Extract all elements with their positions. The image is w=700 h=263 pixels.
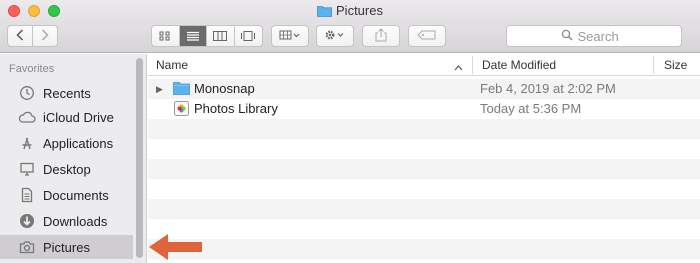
sidebar-item-documents[interactable]: Documents [0,183,133,207]
sidebar-item-label: Downloads [43,213,108,229]
forward-button[interactable] [33,26,57,46]
empty-row [148,239,700,259]
tag-icon [417,29,437,43]
file-date-modified: Today at 5:36 PM [480,101,582,116]
window-title-text: Pictures [336,3,383,18]
desktop-icon [18,160,36,178]
sidebar-item-label: Applications [43,135,114,151]
empty-row [148,139,700,159]
file-name: Photos Library [194,101,278,116]
share-button[interactable] [362,25,400,47]
clock-icon [18,84,36,102]
empty-row [148,179,700,199]
sidebar-item-recents[interactable]: Recents [0,81,133,105]
gallery-icon [240,29,256,44]
disclosure-triangle-icon[interactable]: ▶ [156,84,163,95]
sidebar-item-downloads[interactable]: Downloads [0,209,133,233]
grid-icon [159,29,171,44]
table-row[interactable]: ▶ Monosnap Feb 4, 2019 at 2:02 PM [148,79,700,99]
file-date-modified: Feb 4, 2019 at 2:02 PM [480,81,616,96]
folder-icon [173,81,190,98]
documents-icon [18,186,36,204]
sort-ascending-icon [454,60,463,74]
icon-view-button[interactable] [152,26,180,46]
sidebar-item-label: Documents [43,187,109,203]
columns-icon [213,29,228,44]
column-header-size[interactable]: Size [664,58,687,72]
search-field[interactable] [506,25,682,47]
sidebar-item-pictures[interactable]: Pictures [0,235,133,259]
column-header-name[interactable]: Name [156,58,188,72]
chevron-right-icon [41,28,49,44]
list-icon [186,29,200,44]
share-icon [375,27,387,45]
chevron-left-icon [16,28,24,44]
gear-icon [324,29,346,44]
empty-row [148,159,700,179]
file-list: Name Date Modified Size ▶ Monosnap Feb 4… [148,54,700,263]
search-icon [561,29,573,44]
navigation-buttons [7,25,58,47]
empty-row [148,119,700,139]
view-mode-control [151,25,263,47]
pointer-arrow-icon [146,232,204,263]
folder-icon [317,5,332,20]
sidebar-item-icloud-drive[interactable]: iCloud Drive [0,105,133,129]
sidebar-item-label: Recents [43,85,91,101]
column-header-date-modified[interactable]: Date Modified [482,58,556,72]
column-divider[interactable] [472,56,473,74]
file-name: Monosnap [194,81,255,96]
action-button[interactable] [316,25,354,47]
download-icon [18,212,36,230]
cloud-icon [18,108,36,126]
empty-row [148,219,700,239]
empty-row [148,199,700,219]
camera-icon [18,238,36,256]
applications-icon [18,134,36,152]
tags-button[interactable] [408,25,446,47]
column-view-button[interactable] [207,26,235,46]
search-input[interactable] [577,28,628,44]
title-bar: Pictures [0,0,700,53]
group-grid-icon [279,29,301,43]
gallery-view-button[interactable] [235,26,262,46]
sidebar-item-label: iCloud Drive [43,109,114,125]
sidebar-item-label: Pictures [43,239,90,255]
window-title: Pictures [0,3,700,20]
sidebar-item-desktop[interactable]: Desktop [0,157,133,181]
photos-library-icon [174,101,189,119]
group-by-button[interactable] [271,25,309,47]
sidebar-scrollbar[interactable] [136,58,143,258]
back-button[interactable] [8,26,33,46]
table-row[interactable]: Photos Library Today at 5:36 PM [148,99,700,119]
sidebar: Favorites Recents iCloud Drive Applicati… [0,54,147,263]
sidebar-section-header: Favorites [9,63,55,75]
column-divider[interactable] [653,56,654,74]
column-header-row: Name Date Modified Size [148,54,700,76]
list-view-button[interactable] [179,26,207,46]
sidebar-item-label: Desktop [43,161,91,177]
sidebar-item-applications[interactable]: Applications [0,131,133,155]
